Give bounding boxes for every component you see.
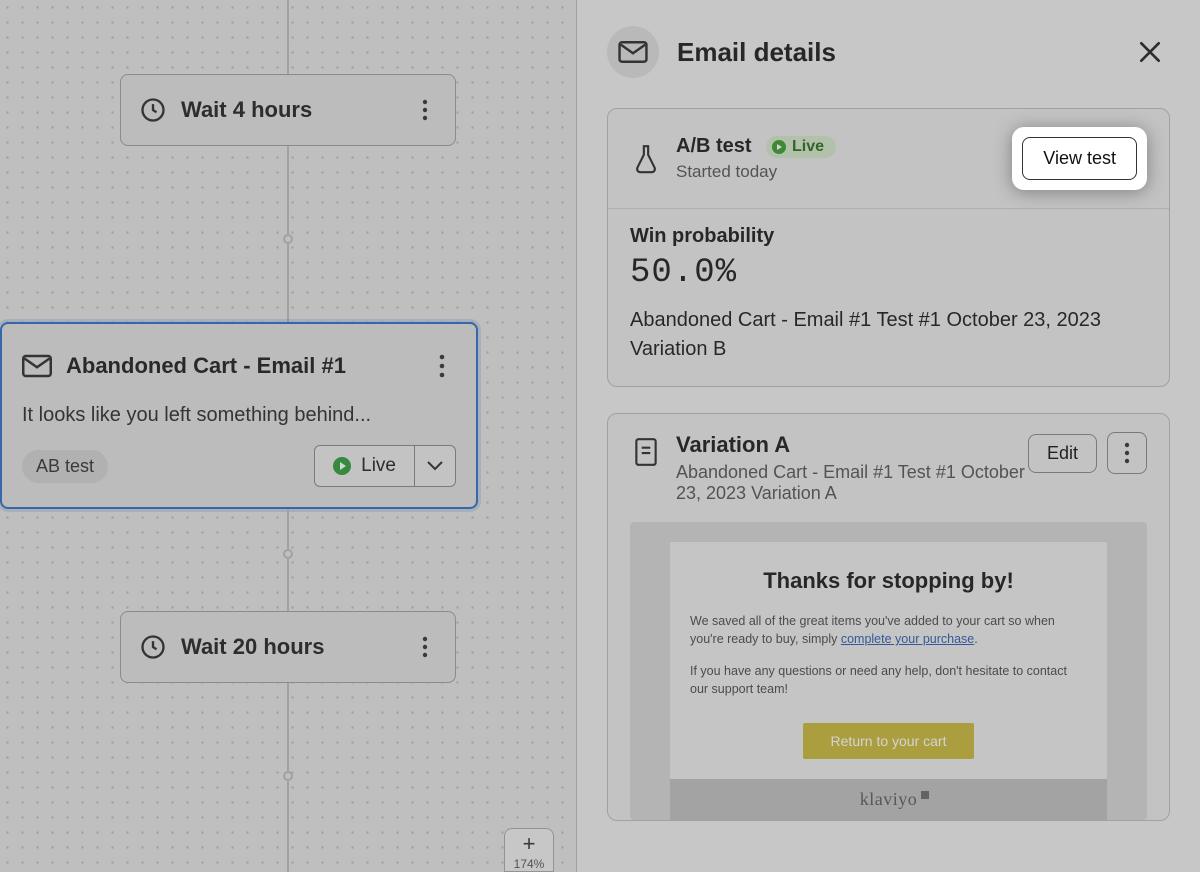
panel-icon-circle	[607, 26, 659, 78]
live-label: Live	[792, 138, 824, 156]
connector	[287, 509, 289, 549]
connector	[287, 683, 289, 771]
connector	[287, 559, 289, 611]
connector	[287, 781, 289, 872]
flow-canvas[interactable]: Wait 4 hours Abandoned Cart - Email #1 I…	[0, 0, 576, 872]
abtest-heading: A/B test	[676, 135, 752, 158]
wait-node-1[interactable]: Wait 4 hours	[120, 74, 456, 146]
connector-dot	[283, 771, 293, 781]
email-node-selected[interactable]: Abandoned Cart - Email #1 It looks like …	[0, 322, 478, 509]
close-icon	[1137, 39, 1163, 65]
clock-icon	[139, 96, 167, 124]
more-vertical-icon	[439, 354, 445, 378]
document-icon	[630, 436, 662, 468]
connector	[287, 0, 289, 74]
more-vertical-icon	[422, 636, 428, 658]
mail-icon	[618, 41, 648, 63]
chevron-down-icon	[426, 460, 444, 472]
wait-node-label: Wait 20 hours	[181, 634, 324, 660]
connector	[287, 244, 289, 322]
more-vertical-icon	[422, 99, 428, 121]
variation-title: Variation A	[676, 432, 1028, 458]
complete-purchase-link[interactable]: complete your purchase	[841, 632, 974, 646]
winning-variation-name: Abandoned Cart - Email #1 Test #1 Octobe…	[630, 306, 1147, 364]
play-icon	[333, 457, 351, 475]
clock-icon	[139, 633, 167, 661]
abtest-badge: AB test	[22, 450, 108, 483]
variation-more-button[interactable]	[1107, 432, 1147, 474]
email-node-title: Abandoned Cart - Email #1	[66, 353, 346, 379]
details-panel: Email details A/B test Live Started toda…	[576, 0, 1200, 872]
connector-dot	[283, 234, 293, 244]
abtest-started: Started today	[676, 162, 836, 182]
abtest-card: A/B test Live Started today View test Wi…	[607, 108, 1170, 387]
close-button[interactable]	[1130, 32, 1170, 72]
preview-cta-button[interactable]: Return to your cart	[803, 723, 975, 759]
flask-icon	[630, 143, 662, 175]
zoom-control[interactable]: + 174%	[504, 828, 554, 872]
more-button[interactable]	[411, 633, 439, 661]
email-preview: Thanks for stopping by! We saved all of …	[630, 522, 1147, 820]
brand-logo: klaviyo	[860, 789, 918, 810]
more-vertical-icon	[1124, 442, 1130, 464]
more-button[interactable]	[411, 96, 439, 124]
email-node-preview: It looks like you left something behind.…	[22, 404, 456, 427]
status-label: Live	[361, 455, 396, 477]
more-button[interactable]	[428, 346, 456, 386]
live-badge: Live	[766, 136, 836, 158]
edit-button[interactable]: Edit	[1028, 434, 1097, 473]
preview-paragraph-1: We saved all of the great items you've a…	[690, 612, 1087, 648]
zoom-level: 174%	[505, 855, 553, 871]
wait-node-label: Wait 4 hours	[181, 97, 312, 123]
play-icon	[772, 140, 786, 154]
preview-headline: Thanks for stopping by!	[690, 568, 1087, 594]
win-probability-label: Win probability	[630, 225, 1147, 248]
variation-card: Variation A Abandoned Cart - Email #1 Te…	[607, 413, 1170, 821]
variation-subtitle: Abandoned Cart - Email #1 Test #1 Octobe…	[676, 462, 1028, 504]
connector-dot	[283, 549, 293, 559]
mail-icon	[22, 354, 52, 378]
status-dropdown[interactable]: Live	[314, 445, 456, 487]
win-probability-value: 50.0%	[630, 254, 1147, 292]
connector	[287, 146, 289, 234]
wait-node-2[interactable]: Wait 20 hours	[120, 611, 456, 683]
view-test-button[interactable]: View test	[1022, 137, 1137, 180]
preview-brand-footer: klaviyo	[670, 779, 1107, 820]
preview-text: .	[974, 632, 977, 646]
preview-paragraph-2: If you have any questions or need any he…	[690, 662, 1087, 698]
view-test-highlight: View test	[1012, 127, 1147, 190]
zoom-in-icon[interactable]: +	[505, 833, 553, 855]
panel-title: Email details	[677, 37, 836, 68]
